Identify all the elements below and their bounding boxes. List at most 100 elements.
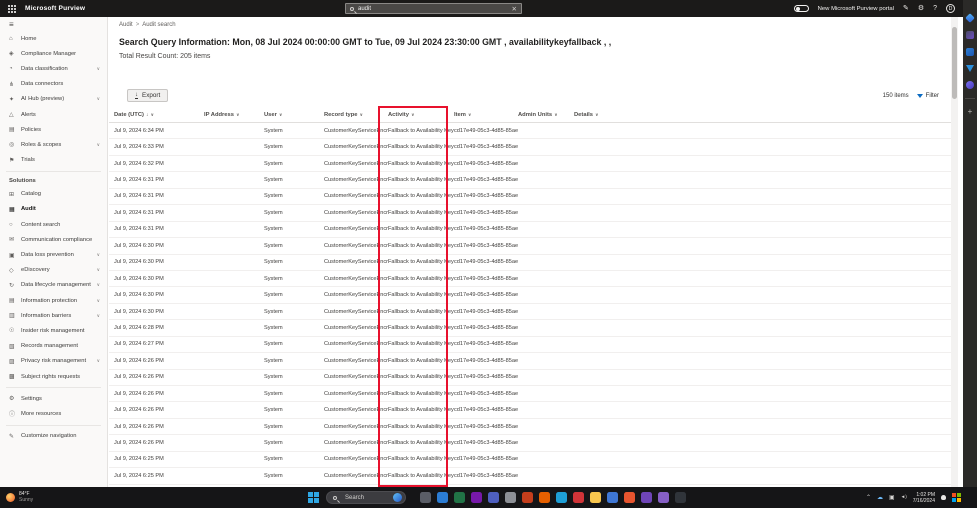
sidebar-item-alerts[interactable]: △ Alerts	[0, 107, 107, 122]
scrollbar-thumb[interactable]	[952, 27, 957, 99]
table-row[interactable]: Jul 9, 2024 6:28 PM System CustomerKeyServ…	[109, 320, 951, 337]
sidebar-item-insider-risk-management[interactable]: ☉ Insider risk management	[0, 323, 107, 338]
column-header-date[interactable]: Date (UTC) ↓ ∨	[114, 112, 204, 118]
app-launcher-icon[interactable]	[8, 4, 16, 13]
visual-studio-icon[interactable]	[658, 492, 669, 503]
copilot-icon[interactable]	[965, 13, 975, 23]
table-row[interactable]: Jul 9, 2024 6:26 PM System CustomerKeyServ…	[109, 419, 951, 436]
column-header-user[interactable]: User ∨	[264, 112, 324, 118]
blue-app-icon[interactable]	[966, 48, 974, 56]
portal-toggle[interactable]	[793, 5, 809, 12]
table-row[interactable]: Jul 9, 2024 6:32 PM System CustomerKeyServ…	[109, 156, 951, 173]
sidebar-item-roles-scopes[interactable]: ◎ Roles & scopes ∨	[0, 137, 107, 152]
taskbar-search[interactable]: Search	[326, 491, 406, 504]
sidebar-item-privacy-risk-management[interactable]: ▨ Privacy risk management ∨	[0, 354, 107, 369]
sidebar-item-information-barriers[interactable]: ▥ Information barriers ∨	[0, 308, 107, 323]
orange-ball-icon[interactable]	[624, 492, 635, 503]
sidebar-item-policies[interactable]: ▤ Policies	[0, 122, 107, 137]
sidebar-item-information-protection[interactable]: ▤ Information protection ∨	[0, 293, 107, 308]
global-search-input[interactable]: audit ✕	[345, 3, 522, 14]
taskbar-clock[interactable]: 1:02 PM 7/16/2024	[913, 492, 935, 504]
column-header-activity[interactable]: Activity ∨	[388, 112, 454, 118]
powerpoint-icon[interactable]	[522, 492, 533, 503]
column-header-item[interactable]: Item ∨	[454, 112, 518, 118]
sidebar-item-data-connectors[interactable]: ⋔ Data connectors	[0, 77, 107, 92]
table-row[interactable]: Jul 9, 2024 6:30 PM System CustomerKeyServ…	[109, 238, 951, 255]
task-view-icon[interactable]	[420, 492, 431, 503]
sidebar-item-audit[interactable]: ▦ Audit	[0, 202, 107, 217]
sidebar-item-more-resources[interactable]: ⓘ More resources	[0, 406, 107, 421]
table-row[interactable]: Jul 9, 2024 6:26 PM System CustomerKeyServ…	[109, 353, 951, 370]
table-row[interactable]: Jul 9, 2024 6:25 PM System CustomerKeyServ…	[109, 468, 951, 485]
excel-icon[interactable]	[454, 492, 465, 503]
breadcrumb-audit[interactable]: Audit	[119, 22, 133, 28]
start-button[interactable]	[308, 492, 319, 503]
sidebar-item-data-lifecycle-management[interactable]: ↻ Data lifecycle management ∨	[0, 278, 107, 293]
clear-search-icon[interactable]: ✕	[512, 5, 517, 13]
sidebar-item-records-management[interactable]: ▧ Records management	[0, 339, 107, 354]
table-row[interactable]: Jul 9, 2024 6:26 PM System CustomerKeyServ…	[109, 370, 951, 386]
loop-icon[interactable]	[641, 492, 652, 503]
sidebar-item-data-loss-prevention[interactable]: ▣ Data loss prevention ∨	[0, 247, 107, 262]
people-app-icon[interactable]	[966, 31, 974, 39]
table-row[interactable]: Jul 9, 2024 6:31 PM System CustomerKeyServ…	[109, 189, 951, 206]
table-row[interactable]: Jul 9, 2024 6:31 PM System CustomerKeyServ…	[109, 172, 951, 189]
table-row[interactable]: Jul 9, 2024 6:27 PM System CustomerKeyServ…	[109, 337, 951, 354]
notifications-bell-icon[interactable]	[941, 495, 946, 500]
table-row[interactable]: Jul 9, 2024 6:26 PM System CustomerKeyServ…	[109, 435, 951, 452]
table-row[interactable]: Jul 9, 2024 6:30 PM System CustomerKeyServ…	[109, 271, 951, 288]
folder-icon[interactable]	[590, 492, 601, 503]
onenote-icon[interactable]	[471, 492, 482, 503]
edge-icon[interactable]	[556, 492, 567, 503]
column-header-ip[interactable]: IP Address ∨	[204, 112, 264, 118]
weather-widget[interactable]: 84°F Sunny	[6, 491, 33, 504]
sidebar-item-subject-rights-requests[interactable]: ▩ Subject rights requests	[0, 369, 107, 384]
export-button[interactable]: ↓ Export	[127, 89, 169, 102]
feedback-icon[interactable]: ✎	[903, 5, 909, 12]
sidebar-item-ediscovery[interactable]: ◇ eDiscovery ∨	[0, 263, 107, 278]
sidebar-item-catalog[interactable]: ⊞ Catalog	[0, 187, 107, 202]
firefox-icon[interactable]	[539, 492, 550, 503]
tray-chevron-icon[interactable]: ⌃	[866, 495, 871, 501]
table-row[interactable]: Jul 9, 2024 6:33 PM System CustomerKeyServ…	[109, 139, 951, 156]
table-row[interactable]: Jul 9, 2024 6:26 PM System CustomerKeyServ…	[109, 402, 951, 419]
page-scrollbar[interactable]	[951, 17, 958, 487]
people-icon[interactable]	[505, 492, 516, 503]
breadcrumb-audit-search[interactable]: Audit search	[142, 22, 175, 28]
table-row[interactable]: Jul 9, 2024 6:30 PM System CustomerKeyServ…	[109, 255, 951, 271]
account-avatar[interactable]: D	[946, 4, 955, 13]
security-icon[interactable]: ▣	[889, 495, 895, 501]
table-row[interactable]: Jul 9, 2024 6:30 PM System CustomerKeyServ…	[109, 287, 951, 304]
purple-app-icon[interactable]	[966, 81, 974, 89]
word-icon[interactable]	[437, 492, 448, 503]
sidebar-item-ai-hub-preview[interactable]: ✦ AI Hub (preview) ∨	[0, 92, 107, 107]
sidebar-item-customize-navigation[interactable]: ✎ Customize navigation	[0, 429, 107, 444]
collapse-nav-icon[interactable]: ≡	[0, 17, 107, 31]
column-header-details[interactable]: Details ∨	[574, 112, 620, 118]
table-row[interactable]: Jul 9, 2024 6:31 PM System CustomerKeyServ…	[109, 205, 951, 222]
sidebar-item-communication-compliance[interactable]: ✉ Communication compliance	[0, 232, 107, 247]
gear-icon[interactable]: ⚙	[918, 5, 924, 12]
table-row[interactable]: Jul 9, 2024 6:26 PM System CustomerKeyServ…	[109, 386, 951, 403]
sidebar-item-home[interactable]: ⌂ Home	[0, 31, 107, 46]
column-header-record_type[interactable]: Record type ∨	[324, 112, 388, 118]
filter-button[interactable]: Filter	[916, 93, 939, 99]
teams-icon[interactable]	[488, 492, 499, 503]
search-value[interactable]: audit	[358, 6, 512, 12]
terminal-icon[interactable]	[675, 492, 686, 503]
table-row[interactable]: Jul 9, 2024 6:30 PM System CustomerKeyServ…	[109, 304, 951, 321]
sidebar-item-content-search[interactable]: ○ Content search	[0, 217, 107, 232]
sidebar-item-settings[interactable]: ⚙ Settings	[0, 391, 107, 406]
onedrive-icon[interactable]: ☁	[877, 495, 883, 501]
red-app-icon[interactable]	[573, 492, 584, 503]
sidebar-item-data-classification[interactable]: ◔ Data classification ∨	[0, 61, 107, 76]
volume-icon[interactable]: ◄)	[901, 495, 907, 500]
sidebar-item-compliance-manager[interactable]: ◈ Compliance Manager	[0, 46, 107, 61]
column-header-admin_units[interactable]: Admin Units ∨	[518, 112, 574, 118]
sidebar-item-trials[interactable]: ⚑ Trials	[0, 153, 107, 168]
help-icon[interactable]: ?	[933, 5, 937, 12]
table-row[interactable]: Jul 9, 2024 6:25 PM System CustomerKeyServ…	[109, 452, 951, 469]
table-row[interactable]: Jul 9, 2024 6:34 PM System CustomerKeyServ…	[109, 123, 951, 140]
code-icon[interactable]	[607, 492, 618, 503]
drop-app-icon[interactable]	[966, 65, 974, 72]
